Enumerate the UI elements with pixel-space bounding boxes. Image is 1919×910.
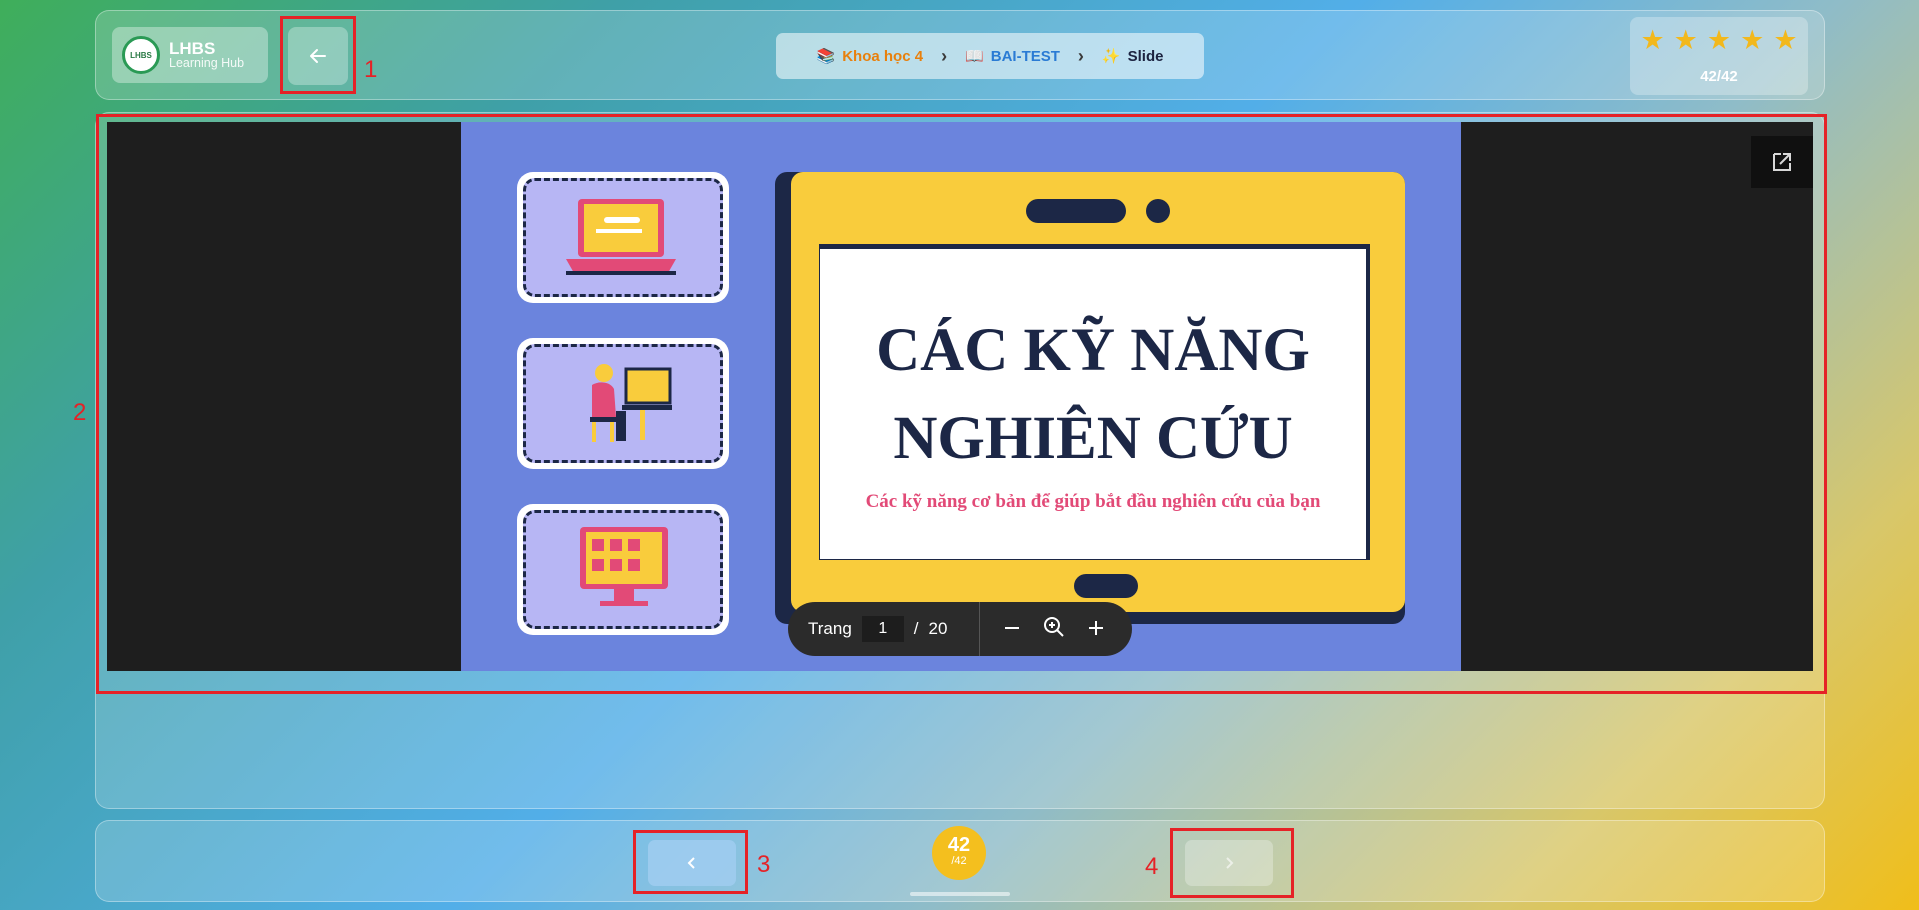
breadcrumb: 📚 Khoa học 4 › 📖 BAI-TEST › ✨ Slide <box>776 33 1204 79</box>
star-icon: ★ <box>1706 25 1732 55</box>
slide-counter: 42 /42 <box>932 826 986 880</box>
chevron-right-icon: › <box>1077 45 1084 66</box>
breadcrumb-item-current: ✨ Slide <box>1101 47 1164 66</box>
annotation-label-1: 1 <box>364 56 378 83</box>
counter-current: 42 <box>947 834 971 856</box>
logo: LHBS LHBS Learning Hub <box>112 27 268 83</box>
chevron-right-icon: › <box>941 45 948 66</box>
annotation-label-4: 4 <box>1145 853 1159 880</box>
breadcrumb-item-lesson[interactable]: 📖 BAI-TEST <box>965 47 1060 66</box>
breadcrumb-lesson-label: BAI-TEST <box>990 47 1060 65</box>
breadcrumb-current-label: Slide <box>1127 47 1164 65</box>
annotation-box-1 <box>280 16 356 94</box>
annotation-box-3 <box>633 830 748 894</box>
book-icon: 📖 <box>965 48 984 65</box>
annotation-label-2: 2 <box>73 399 87 426</box>
counter-total: /42 <box>951 855 967 867</box>
logo-title: LHBS <box>169 38 216 58</box>
books-icon: 📚 <box>816 48 836 65</box>
logo-subtitle: Learning Hub <box>169 56 245 71</box>
sparkles-icon: ✨ <box>1101 48 1121 65</box>
breadcrumb-item-course[interactable]: 📚 Khoa học 4 <box>816 47 924 66</box>
logo-mark-icon: LHBS <box>122 36 160 74</box>
scroll-indicator <box>910 892 1010 896</box>
annotation-box-2 <box>96 114 1827 694</box>
progress-stars: ★ ★ ★ ★ ★ 42/42 <box>1630 17 1808 95</box>
progress-count: 42/42 <box>1700 68 1738 85</box>
breadcrumb-course-label: Khoa học 4 <box>842 47 924 65</box>
star-icon: ★ <box>1773 25 1798 55</box>
star-icon: ★ <box>1673 25 1698 55</box>
annotation-box-4 <box>1170 828 1294 898</box>
star-icon: ★ <box>1640 25 1665 55</box>
annotation-label-3: 3 <box>757 851 771 878</box>
star-icon: ★ <box>1740 25 1765 55</box>
